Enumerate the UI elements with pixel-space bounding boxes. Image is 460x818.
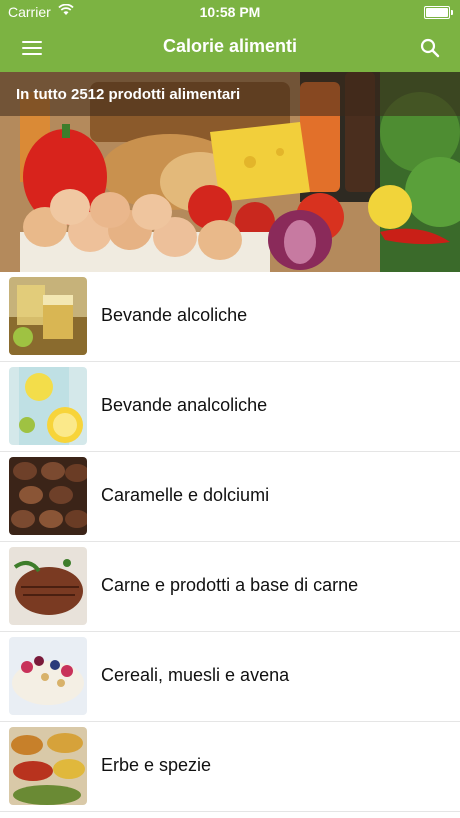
products-count-caption: In tutto 2512 prodotti alimentari [16,86,241,103]
page-title: Calorie alimenti [162,36,298,56]
navigation-bar: Calorie alimenti [0,24,460,72]
list-item-bevande-alcoliche[interactable]: Bevande alcoliche [0,272,460,362]
cereals-thumbnail [9,637,87,715]
meat-thumbnail [9,547,87,625]
search-icon[interactable] [418,36,442,60]
category-list: Bevande alcoliche Bevande analcoliche Ca… [0,272,460,812]
list-item-bevande-analcoliche[interactable]: Bevande analcoliche [0,362,460,452]
spices-thumbnail [9,727,87,805]
list-item-label: Cereali, muesli e avena [101,665,290,685]
list-item-label: Carne e prodotti a base di carne [101,575,359,595]
list-item-caramelle-e-dolciumi[interactable]: Caramelle e dolciumi [0,452,460,542]
list-item-carne[interactable]: Carne e prodotti a base di carne [0,542,460,632]
candies-thumbnail [9,457,87,535]
list-item-label: Bevande analcoliche [101,395,268,415]
list-item-erbe-e-spezie[interactable]: Erbe e spezie [0,722,460,812]
status-time: 10:58 PM [199,4,261,20]
hero-banner: In tutto 2512 prodotti alimentari [0,72,460,272]
soft-drinks-thumbnail [9,367,87,445]
battery-icon [424,6,453,19]
list-item-label: Bevande alcoliche [101,305,248,325]
status-bar: Carrier 10:58 PM [0,0,460,24]
list-item-cereali[interactable]: Cereali, muesli e avena [0,632,460,722]
top-bar: Carrier 10:58 PM Calorie alimenti [0,0,460,72]
alcoholic-drinks-thumbnail [9,277,87,355]
list-item-label: Caramelle e dolciumi [101,485,270,505]
list-item-label: Erbe e spezie [101,755,212,775]
